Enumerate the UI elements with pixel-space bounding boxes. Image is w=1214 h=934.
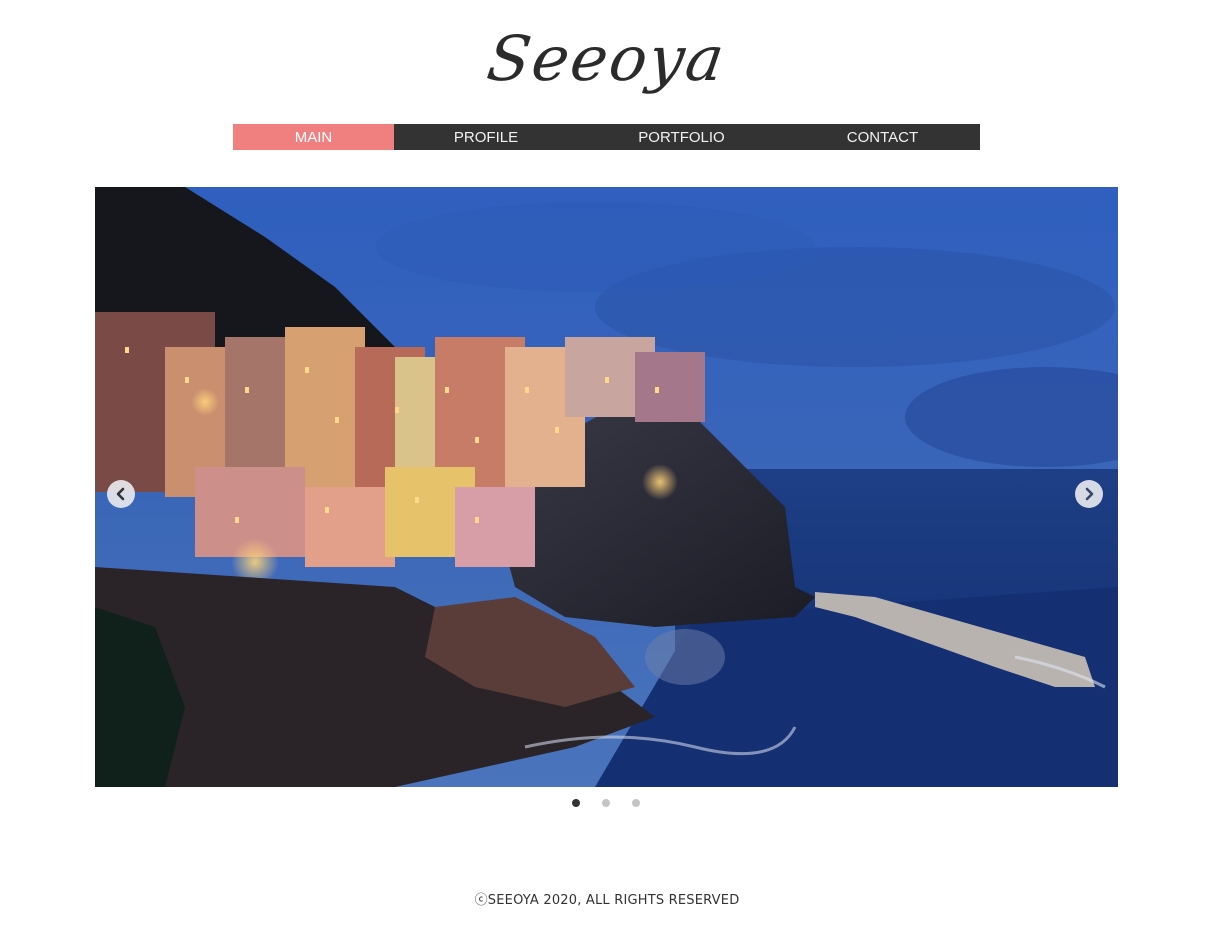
nav-item-profile[interactable]: PROFILE xyxy=(394,124,578,150)
slider-dot-1[interactable] xyxy=(572,799,580,807)
logo-text: Seeoya xyxy=(483,21,731,95)
site-footer: ⓒSEEOYA 2020, ALL RIGHTS RESERVED xyxy=(0,889,1214,908)
main-nav: MAIN PROFILE PORTFOLIO CONTACT xyxy=(233,124,980,150)
nav-item-main[interactable]: MAIN xyxy=(233,124,394,150)
slider-dot-2[interactable] xyxy=(602,799,610,807)
image-slider xyxy=(95,187,1118,787)
slider-prev-button[interactable] xyxy=(107,480,135,508)
logo[interactable]: Seeoya xyxy=(0,8,1214,108)
copyright-text: ⓒSEEOYA 2020, ALL RIGHTS RESERVED xyxy=(474,893,740,908)
slider-next-button[interactable] xyxy=(1075,480,1103,508)
chevron-left-icon xyxy=(116,487,125,501)
nav-item-portfolio[interactable]: PORTFOLIO xyxy=(578,124,785,150)
nav-item-contact[interactable]: CONTACT xyxy=(785,124,980,150)
slider-pagination xyxy=(0,799,1214,809)
slide-image xyxy=(95,187,1118,787)
chevron-right-icon xyxy=(1085,487,1094,501)
slider-dot-3[interactable] xyxy=(632,799,640,807)
